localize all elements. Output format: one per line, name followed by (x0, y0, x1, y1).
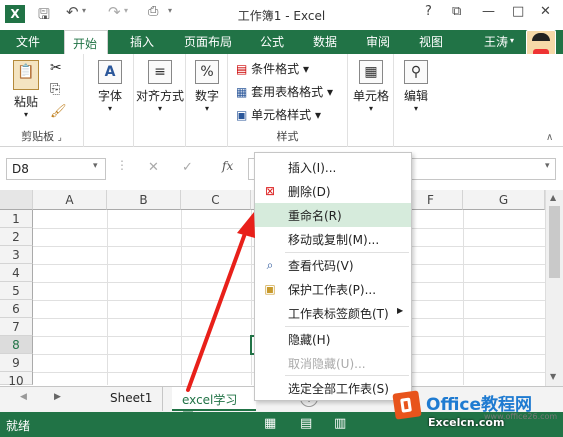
office-logo-icon (392, 390, 422, 420)
watermark: Office教程网 www.office26.com Excelcn.com (390, 386, 563, 436)
annotation-arrow (186, 212, 255, 392)
office-logo-inner (400, 397, 412, 413)
watermark-site: Excelcn.com (428, 416, 505, 429)
